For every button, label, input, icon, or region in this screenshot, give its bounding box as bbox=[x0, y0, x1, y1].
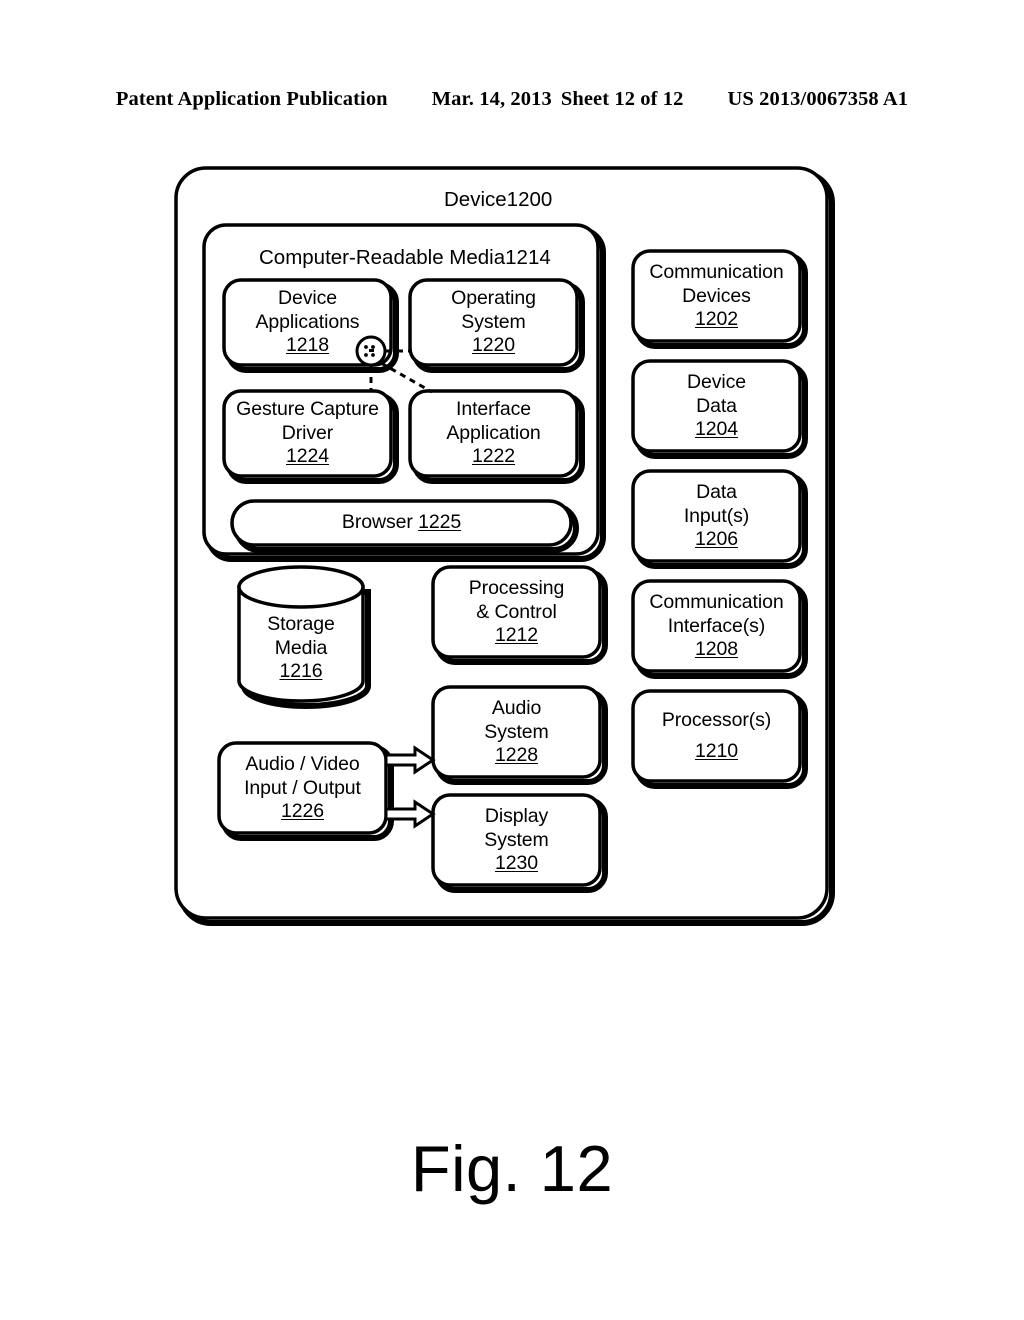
display-system-ref: 1230 bbox=[495, 852, 538, 874]
device-title-label: Device bbox=[444, 188, 507, 211]
communication-interfaces-label: Communication Interface(s) 1208 bbox=[633, 591, 800, 662]
audio-video-io-line2: Input / Output bbox=[244, 776, 361, 799]
crm-title-ref: 1214 bbox=[505, 246, 551, 269]
communication-devices-line1: Communication bbox=[649, 261, 784, 283]
interface-application-line2: Application bbox=[446, 421, 541, 444]
interface-application-ref: 1222 bbox=[472, 445, 515, 467]
patent-figure: Device1200 Computer-Readable Media1214 D… bbox=[0, 0, 1024, 1320]
operating-system-line2: System bbox=[461, 310, 526, 333]
device-applications-line1: Device bbox=[277, 287, 337, 309]
data-inputs-line2: Input(s) bbox=[683, 504, 750, 527]
audio-system-label: Audio System 1228 bbox=[433, 697, 600, 768]
operating-system-ref: 1220 bbox=[472, 334, 515, 356]
audio-system-ref: 1228 bbox=[495, 744, 538, 766]
gesture-capture-driver-line1: Gesture Capture bbox=[236, 398, 379, 420]
communication-interfaces-ref: 1208 bbox=[695, 638, 738, 660]
storage-media-label: Storage Media 1216 bbox=[239, 613, 363, 684]
interface-application-label: Interface Application 1222 bbox=[410, 398, 577, 469]
device-applications-line2: Applications bbox=[255, 310, 360, 333]
storage-media-ref: 1216 bbox=[279, 660, 323, 682]
processors-label: Processor(s) 1210 bbox=[633, 709, 800, 763]
processing-control-line1: Processing bbox=[468, 577, 565, 599]
browser-ref: 1225 bbox=[418, 511, 462, 533]
processing-control-label: Processing & Control 1212 bbox=[433, 577, 600, 648]
browser-label: Browser 1225 bbox=[232, 511, 571, 535]
communication-devices-label: Communication Devices 1202 bbox=[633, 261, 800, 332]
data-inputs-label: Data Input(s) 1206 bbox=[633, 481, 800, 552]
gesture-capture-driver-ref: 1224 bbox=[286, 445, 329, 467]
device-data-ref: 1204 bbox=[695, 418, 738, 440]
device-applications-label: Device Applications 1218 bbox=[224, 287, 391, 358]
device-data-line1: Device bbox=[686, 371, 746, 393]
processors-line1: Processor(s) bbox=[661, 709, 772, 731]
processing-control-line2: & Control bbox=[476, 600, 557, 623]
device-title-ref: 1200 bbox=[506, 188, 553, 211]
audio-video-io-ref: 1226 bbox=[281, 800, 324, 822]
audio-video-io-label: Audio / Video Input / Output 1226 bbox=[219, 753, 386, 824]
audio-system-line2: System bbox=[484, 720, 549, 743]
audio-system-line1: Audio bbox=[491, 697, 542, 719]
gesture-capture-driver-line2: Driver bbox=[281, 421, 334, 444]
crm-title: Computer-Readable Media1214 bbox=[259, 246, 551, 270]
operating-system-label: Operating System 1220 bbox=[410, 287, 577, 358]
display-system-label: Display System 1230 bbox=[433, 805, 600, 876]
communication-devices-ref: 1202 bbox=[695, 308, 738, 330]
storage-media-line1: Storage bbox=[267, 613, 335, 635]
browser-line1: Browser bbox=[341, 511, 413, 533]
operating-system-line1: Operating bbox=[451, 287, 536, 309]
display-system-line2: System bbox=[484, 828, 549, 851]
data-inputs-line1: Data bbox=[696, 481, 737, 503]
interface-application-line1: Interface bbox=[456, 398, 531, 420]
storage-media-line2: Media bbox=[274, 636, 328, 659]
figure-caption: Fig. 12 bbox=[410, 1132, 614, 1205]
communication-interfaces-line1: Communication bbox=[649, 591, 784, 613]
communication-devices-line2: Devices bbox=[682, 284, 751, 307]
device-data-label: Device Data 1204 bbox=[633, 371, 800, 442]
device-title: Device1200 bbox=[444, 188, 552, 212]
communication-interfaces-line2: Interface(s) bbox=[667, 614, 766, 637]
display-system-line1: Display bbox=[484, 805, 549, 827]
processors-ref: 1210 bbox=[695, 739, 738, 762]
device-applications-ref: 1218 bbox=[286, 334, 329, 356]
crm-title-label: Computer-Readable Media bbox=[259, 246, 506, 269]
data-inputs-ref: 1206 bbox=[695, 528, 738, 550]
gesture-capture-driver-label: Gesture Capture Driver 1224 bbox=[224, 398, 391, 469]
device-data-line2: Data bbox=[696, 394, 737, 417]
audio-video-io-line1: Audio / Video bbox=[245, 753, 360, 775]
processing-control-ref: 1212 bbox=[495, 624, 538, 646]
